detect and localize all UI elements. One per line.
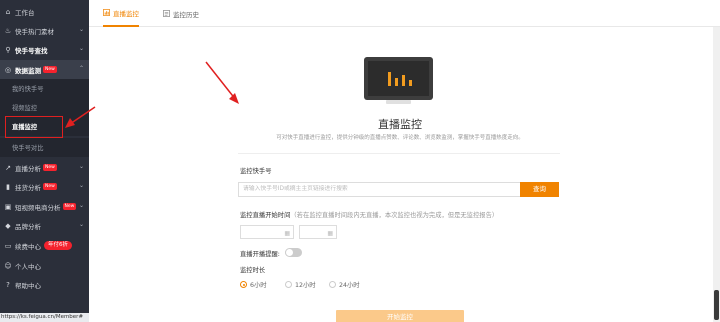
monitor-stand <box>386 100 411 104</box>
video-icon: ▣ <box>4 202 12 211</box>
chart-icon: ↗ <box>5 163 11 172</box>
chevron-down-icon: ⌄ <box>78 182 84 189</box>
sidebar-item-video-ecommerce[interactable]: ▣ 短视频电商分析 New ⌄ <box>0 197 89 216</box>
sidebar-subitem-account-compare[interactable]: 快手号对比 <box>0 138 89 157</box>
sidebar-item-label: 工作台 <box>15 8 35 17</box>
divider <box>238 153 560 154</box>
start-date-input[interactable]: ▦ <box>240 225 294 239</box>
sidebar-item-hot-material[interactable]: ♨ 快手热门素材 ⌄ <box>0 21 89 40</box>
chevron-down-icon: ⌄ <box>78 163 84 170</box>
duration-option-12h[interactable]: 12小时 <box>285 280 316 289</box>
duration-option-label: 6小时 <box>250 282 267 289</box>
new-badge: New <box>43 164 57 171</box>
tab-label: 直播监控 <box>113 9 139 18</box>
sidebar-item-account-search[interactable]: ⚲ 快手号查找 ⌄ <box>0 40 89 59</box>
sidebar-item-data-monitor[interactable]: ◎ 数据监测 New ⌃ <box>0 60 89 79</box>
tab-live-monitor[interactable]: 直播监控 <box>103 0 139 27</box>
sidebar-subitem-video-monitor[interactable]: 视频监控 <box>0 98 89 117</box>
sidebar-item-brand-analysis[interactable]: ◆ 品牌分析 ⌄ <box>0 216 89 235</box>
reminder-toggle[interactable] <box>285 248 302 257</box>
tab-label: 监控历史 <box>173 10 199 19</box>
monitor-icon: ◎ <box>4 65 12 74</box>
sidebar-item-label: 快手号查找 <box>15 46 48 55</box>
sidebar-item-label: 挂货分析 <box>15 183 41 192</box>
sidebar-item-label: 品牌分析 <box>15 222 41 231</box>
sidebar-item-renewal[interactable]: ▭ 续费中心 年付6折 <box>0 236 89 255</box>
toggle-knob <box>286 249 293 256</box>
bar-icon: ▮ <box>6 182 10 191</box>
sidebar-item-label: 数据监测 <box>15 66 41 75</box>
sidebar-item-label: 快手热门素材 <box>15 27 54 36</box>
sidebar-item-personal[interactable]: ☺ 个人中心 <box>0 256 89 275</box>
radio-dot <box>240 281 247 288</box>
sidebar-item-label: 续费中心 <box>15 242 41 251</box>
chevron-down-icon: ⌄ <box>78 221 84 228</box>
tab-bar: 直播监控 监控历史 <box>89 0 720 27</box>
chevron-down-icon: ⌄ <box>78 202 84 209</box>
duration-option-label: 24小时 <box>339 282 360 289</box>
sidebar-subitem-label: 视频监控 <box>12 105 38 112</box>
page-subtitle: 可对快手直播进行监控，提供分钟级的直播点赞数、评论数、浏览数监测，掌握快手号直播… <box>276 135 524 141</box>
sidebar-subitem-my-accounts[interactable]: 我的快手号 <box>0 79 89 98</box>
sidebar-item-label: 短视频电商分析 <box>15 203 61 212</box>
bar-chart-icon <box>103 9 110 16</box>
duration-label: 监控时长 <box>240 267 266 274</box>
duration-option-24h[interactable]: 24小时 <box>329 280 360 289</box>
sidebar: ⌂ 工作台 ♨ 快手热门素材 ⌄ ⚲ 快手号查找 ⌄ ◎ 数据监测 New ⌃ … <box>0 0 89 322</box>
sidebar-item-goods-analysis[interactable]: ▮ 挂货分析 New ⌄ <box>0 177 89 196</box>
chevron-down-icon: ⌄ <box>78 26 84 33</box>
query-button[interactable]: 查询 <box>520 182 559 197</box>
new-badge: New <box>43 66 57 73</box>
sidebar-item-label: 个人中心 <box>15 262 41 271</box>
sidebar-item-label: 帮助中心 <box>15 281 41 290</box>
duration-option-label: 12小时 <box>295 282 316 289</box>
calendar-icon: ▦ <box>327 230 333 237</box>
chevron-down-icon: ⌄ <box>78 45 84 52</box>
search-icon: ⚲ <box>5 45 11 54</box>
start-time-label-text: 监控直播开始时间 <box>240 212 291 219</box>
card-icon: ▭ <box>4 241 12 250</box>
status-url: https://ks.feigua.cn/Member# <box>0 313 89 322</box>
account-search-input[interactable]: 请输入快手号ID或摘主主页链接进行搜索 <box>238 182 521 197</box>
new-badge: New <box>62 203 77 210</box>
diamond-icon: ◆ <box>5 221 11 230</box>
sidebar-item-workbench[interactable]: ⌂ 工作台 <box>0 2 89 21</box>
page-title: 直播监控 <box>378 118 422 131</box>
sidebar-item-label: 直播分析 <box>15 164 41 173</box>
scrollbar[interactable] <box>713 27 720 322</box>
start-time-label: 监控直播开始时间（若在监控直播时间段内无直播，本次监控也视为完成，但是无监控报告… <box>240 210 498 219</box>
home-icon: ⌂ <box>5 7 11 16</box>
radio-dot <box>329 281 336 288</box>
sidebar-item-live-analysis[interactable]: ↗ 直播分析 New ⌄ <box>0 158 89 177</box>
sidebar-subitem-label: 快手号对比 <box>12 145 44 152</box>
reminder-label: 直播开播提醒: <box>240 251 280 258</box>
help-icon: ? <box>6 280 10 289</box>
sidebar-subitem-label: 我的快手号 <box>12 86 44 93</box>
new-badge: New <box>43 183 57 190</box>
discount-badge: 年付6折 <box>44 241 72 250</box>
start-monitor-button[interactable]: 开始监控 <box>336 310 464 322</box>
duration-option-6h[interactable]: 6小时 <box>240 280 267 289</box>
fire-icon: ♨ <box>4 26 12 35</box>
tab-monitor-history[interactable]: 监控历史 <box>163 0 199 27</box>
scrollbar-thumb[interactable] <box>714 290 719 320</box>
start-time-input[interactable]: ▦ <box>299 225 337 239</box>
radio-dot <box>285 281 292 288</box>
sidebar-item-help[interactable]: ? 帮助中心 <box>0 275 89 294</box>
start-time-hint: （若在监控直播时间段内无直播，本次监控也视为完成，但是无监控报告） <box>290 212 499 219</box>
annotation-highlight-box <box>5 116 63 138</box>
list-icon <box>163 10 170 17</box>
account-label: 监控快手号 <box>240 168 272 175</box>
chevron-up-icon: ⌃ <box>78 65 84 72</box>
monitor-illustration-icon <box>364 57 433 100</box>
user-icon: ☺ <box>4 261 12 270</box>
calendar-icon: ▦ <box>284 230 290 237</box>
